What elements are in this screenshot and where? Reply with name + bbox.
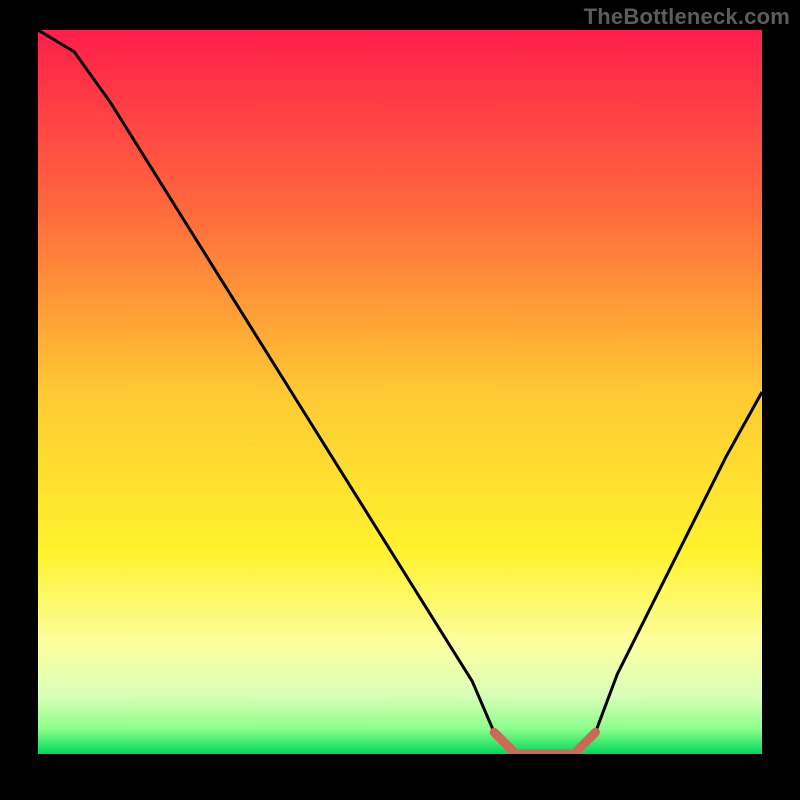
gradient-background [38,30,762,754]
plot-area [38,30,762,754]
watermark-text: TheBottleneck.com [584,4,790,30]
chart-container: TheBottleneck.com [0,0,800,800]
chart-svg [38,30,762,754]
